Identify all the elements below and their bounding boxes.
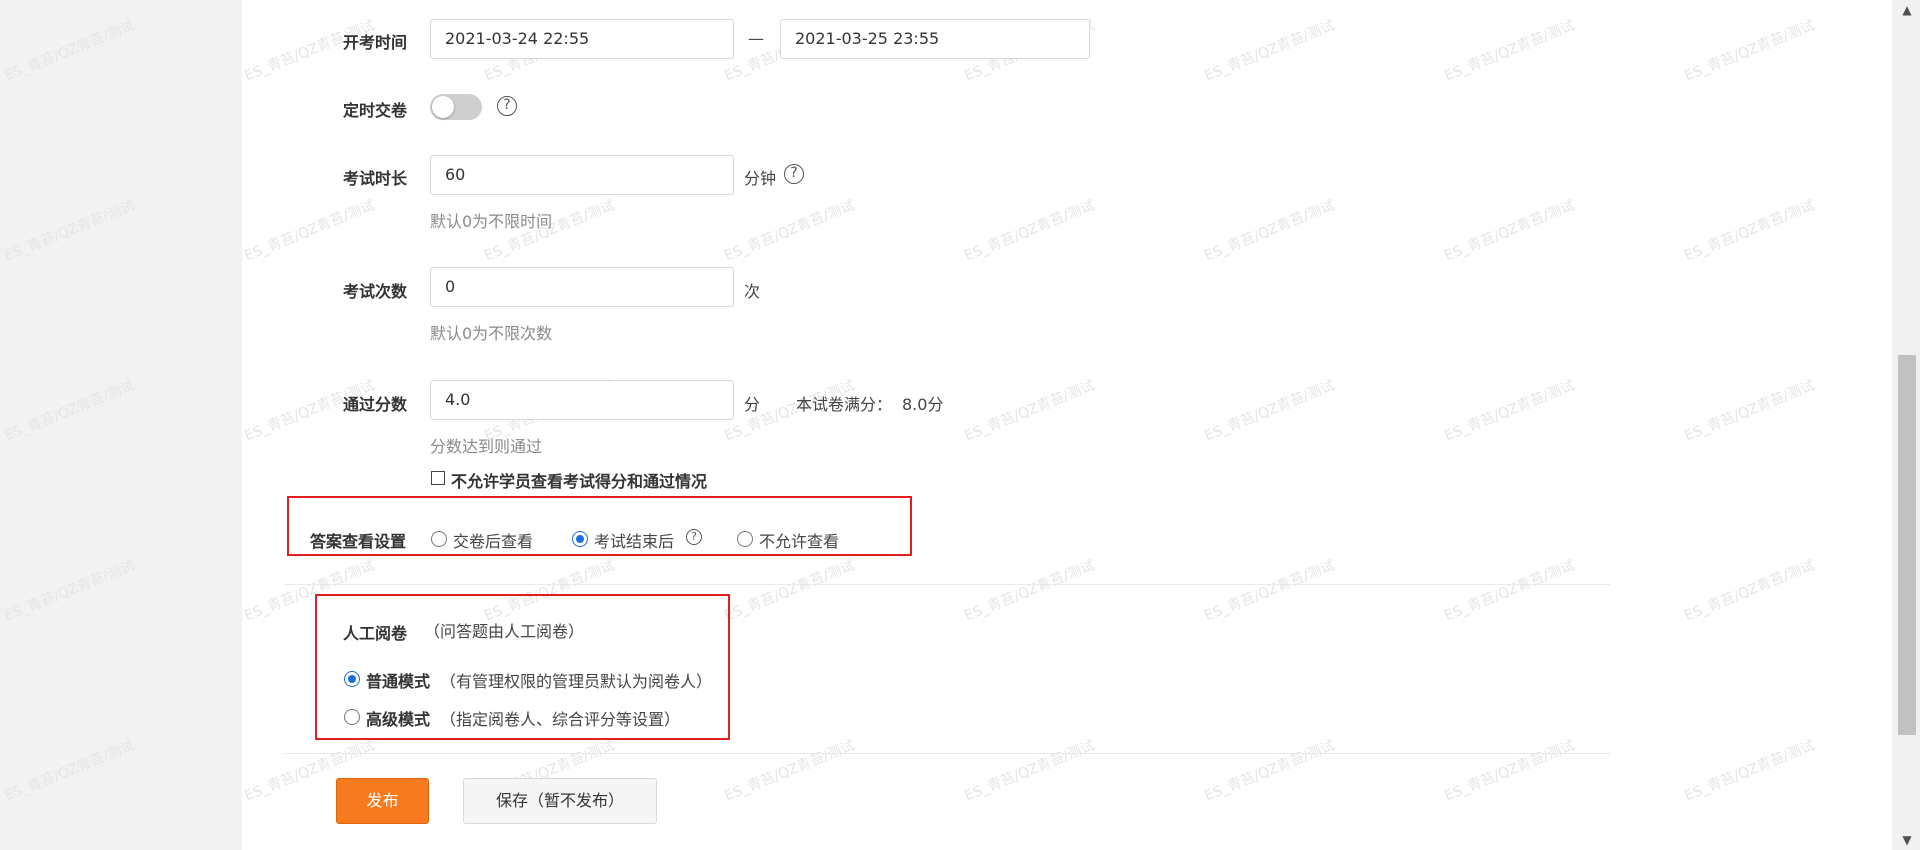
section-divider [285,584,1610,585]
publish-button[interactable]: 发布 [336,778,429,824]
hide-score-checkbox-label[interactable]: 不允许学员查看考试得分和通过情况 [451,468,707,492]
help-icon[interactable]: ? [497,96,517,116]
answer-view-option-after-exam[interactable]: 考试结束后 [594,528,674,552]
grading-mode-radio-advanced[interactable] [344,709,360,725]
answer-view-radio-after-submit[interactable] [431,531,447,547]
watermark-text: ES_青苔/QZ青苔/测试 [2,557,138,625]
grading-mode-advanced-desc: （指定阅卷人、综合评分等设置） [440,710,681,729]
scroll-thumb[interactable] [1898,355,1916,735]
timed-submit-toggle[interactable] [430,94,482,120]
duration-label: 考试时长 [343,169,408,188]
watermark-text: ES_青苔/QZ青苔/测试 [2,737,138,805]
toggle-knob [432,96,454,118]
exam-time-label: 开考时间 [343,33,408,52]
timed-submit-label: 定时交卷 [343,101,408,120]
exam-time-separator: — [748,29,764,48]
watermark-text: ES_青苔/QZ青苔/测试 [2,377,138,445]
duration-unit: 分钟 [744,169,777,188]
full-score-label: 本试卷满分： [796,395,893,414]
watermark-text: ES_青苔/QZ青苔/测试 [2,17,138,85]
grading-mode-normal-desc: （有管理权限的管理员默认为阅卷人） [440,672,713,691]
attempts-input[interactable]: 0 [430,267,734,307]
help-icon[interactable]: ? [686,529,702,545]
help-icon[interactable]: ? [784,164,804,184]
grading-mode-normal-name[interactable]: 普通模式 [366,668,430,692]
pass-score-label: 通过分数 [343,395,408,414]
full-score-value: 8.0分 [902,395,944,414]
pass-score-input[interactable]: 4.0 [430,380,734,420]
answer-view-radio-disallow[interactable] [737,531,753,547]
save-draft-button[interactable]: 保存（暂不发布） [463,778,657,824]
exam-end-input[interactable]: 2021-03-25 23:55 [780,19,1090,59]
scroll-up-arrow-icon[interactable]: ▲ [1894,0,1920,20]
section-divider [285,753,1610,754]
scroll-down-arrow-icon[interactable]: ▼ [1894,830,1920,850]
duration-hint: 默认0为不限时间 [430,212,553,231]
grading-mode-advanced-name[interactable]: 高级模式 [366,706,430,730]
manual-grading-note: （问答题由人工阅卷） [424,622,585,641]
grading-mode-radio-normal[interactable] [344,671,360,687]
exam-start-input[interactable]: 2021-03-24 22:55 [430,19,734,59]
hide-score-checkbox[interactable] [431,471,445,485]
vertical-scrollbar[interactable]: ▲ ▼ [1894,0,1920,850]
attempts-hint: 默认0为不限次数 [430,324,553,343]
watermark-text: ES_青苔/QZ青苔/测试 [2,197,138,265]
answer-view-radio-after-exam[interactable] [572,531,588,547]
answer-view-label: 答案查看设置 [310,532,407,551]
pass-score-unit: 分 [744,395,761,414]
answer-view-option-after-submit[interactable]: 交卷后查看 [453,528,533,552]
manual-grading-label: 人工阅卷 [343,624,408,643]
duration-input[interactable]: 60 [430,155,734,195]
attempts-label: 考试次数 [343,282,408,301]
attempts-unit: 次 [744,282,761,301]
pass-score-hint: 分数达到则通过 [430,437,543,456]
answer-view-option-disallow[interactable]: 不允许查看 [759,528,839,552]
